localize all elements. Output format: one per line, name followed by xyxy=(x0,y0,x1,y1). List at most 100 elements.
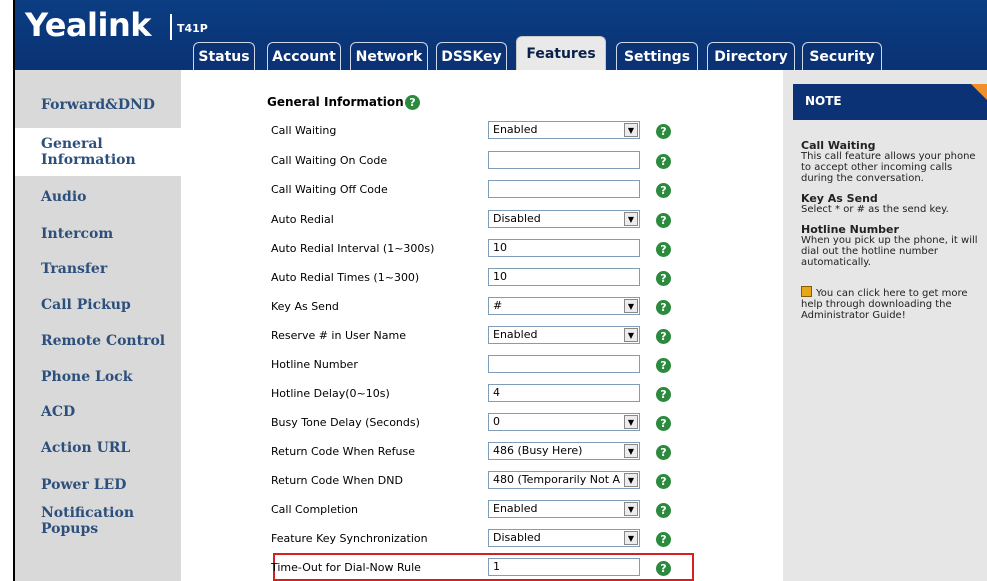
note-title: NOTE xyxy=(805,94,842,108)
chevron-down-icon[interactable]: ▼ xyxy=(624,444,638,458)
key-as-send-value: # xyxy=(493,299,503,312)
call-completion-select[interactable]: Enabled ▼ xyxy=(488,500,640,518)
sidebar-item-remote-control[interactable]: Remote Control xyxy=(15,326,183,356)
chevron-down-icon[interactable]: ▼ xyxy=(624,502,638,516)
sidebar-item-call-pickup[interactable]: Call Pickup xyxy=(15,290,183,320)
busy-tone-delay-label: Busy Tone Delay (Seconds) xyxy=(271,416,420,429)
reserve-hash-label: Reserve # in User Name xyxy=(271,329,406,342)
logo-divider xyxy=(170,14,172,40)
hotline-delay-help-icon[interactable]: ? xyxy=(656,387,671,402)
chevron-down-icon[interactable]: ▼ xyxy=(624,299,638,313)
book-icon xyxy=(801,286,812,297)
tab-status[interactable]: Status xyxy=(193,42,255,70)
call-completion-value: Enabled xyxy=(493,502,538,515)
call-waiting-select[interactable]: Enabled ▼ xyxy=(488,121,640,139)
call-waiting-value: Enabled xyxy=(493,123,538,136)
chevron-down-icon[interactable]: ▼ xyxy=(624,123,638,137)
auto-redial-help-icon[interactable]: ? xyxy=(656,213,671,228)
auto-redial-select[interactable]: Disabled ▼ xyxy=(488,210,640,228)
chevron-down-icon[interactable]: ▼ xyxy=(624,328,638,342)
section-help-icon[interactable]: ? xyxy=(405,95,420,110)
model-label: T41P xyxy=(177,22,208,35)
sidebar-item-action-url[interactable]: Action URL xyxy=(15,433,183,463)
reserve-hash-help-icon[interactable]: ? xyxy=(656,329,671,344)
note-block: Call Waiting This call feature allows yo… xyxy=(801,140,985,184)
chevron-down-icon[interactable]: ▼ xyxy=(624,415,638,429)
tab-dsskey[interactable]: DSSKey xyxy=(436,42,507,70)
chevron-down-icon[interactable]: ▼ xyxy=(624,531,638,545)
sidebar-item-phone-lock[interactable]: Phone Lock xyxy=(15,362,183,392)
call-waiting-off-code-help-icon[interactable]: ? xyxy=(656,183,671,198)
note-panel: NOTE Call Waiting This call feature allo… xyxy=(783,70,987,581)
feature-key-sync-value: Disabled xyxy=(493,531,541,544)
hotline-delay-input[interactable]: 4 xyxy=(488,384,640,402)
tab-directory[interactable]: Directory xyxy=(707,42,795,70)
return-code-dnd-help-icon[interactable]: ? xyxy=(656,474,671,489)
sidebar: Forward&DND General Information Audio In… xyxy=(13,70,183,581)
sidebar-item-transfer[interactable]: Transfer xyxy=(15,254,183,284)
note-text: This call feature allows your phone to a… xyxy=(801,151,976,184)
tab-features[interactable]: Features xyxy=(516,36,606,71)
reserve-hash-select[interactable]: Enabled ▼ xyxy=(488,326,640,344)
tab-security[interactable]: Security xyxy=(802,42,882,70)
reserve-hash-value: Enabled xyxy=(493,328,538,341)
chevron-down-icon[interactable]: ▼ xyxy=(624,212,638,226)
call-waiting-label: Call Waiting xyxy=(271,124,337,137)
key-as-send-label: Key As Send xyxy=(271,300,339,313)
note-body: Call Waiting This call feature allows yo… xyxy=(801,140,985,330)
sidebar-item-acd[interactable]: ACD xyxy=(15,397,183,427)
hotline-number-label: Hotline Number xyxy=(271,358,358,371)
tab-network[interactable]: Network xyxy=(350,42,428,70)
auto-redial-interval-help-icon[interactable]: ? xyxy=(656,242,671,257)
auto-redial-label: Auto Redial xyxy=(271,213,334,226)
sidebar-item-power-led[interactable]: Power LED xyxy=(15,470,183,500)
sidebar-item-intercom[interactable]: Intercom xyxy=(15,219,183,249)
chevron-down-icon[interactable]: ▼ xyxy=(624,473,638,487)
admin-guide-text: You can click here to get more help thro… xyxy=(801,288,968,321)
note-text: Select * or # as the send key. xyxy=(801,204,949,215)
yealink-logo: Yealink xyxy=(25,6,152,44)
time-out-dial-now-input[interactable]: 1 xyxy=(488,558,640,576)
call-waiting-on-code-label: Call Waiting On Code xyxy=(271,154,388,167)
call-waiting-help-icon[interactable]: ? xyxy=(656,124,671,139)
sidebar-item-audio[interactable]: Audio xyxy=(15,182,183,212)
hotline-number-input[interactable] xyxy=(488,355,640,373)
time-out-dial-now-help-icon[interactable]: ? xyxy=(656,561,671,576)
sidebar-item-general-information[interactable]: General Information xyxy=(15,128,183,176)
feature-key-sync-help-icon[interactable]: ? xyxy=(656,532,671,547)
call-waiting-off-code-input[interactable] xyxy=(488,180,640,198)
return-code-dnd-select[interactable]: 480 (Temporarily Not A ▼ xyxy=(488,471,640,489)
auto-redial-value: Disabled xyxy=(493,212,541,225)
auto-redial-times-label: Auto Redial Times (1~300) xyxy=(271,271,420,284)
header-bar: Yealink T41P Status Account Network DSSK… xyxy=(13,0,987,71)
tab-account[interactable]: Account xyxy=(267,42,341,70)
note-header: NOTE xyxy=(793,84,987,120)
call-waiting-on-code-input[interactable] xyxy=(488,151,640,169)
auto-redial-interval-label: Auto Redial Interval (1~300s) xyxy=(271,242,435,255)
note-corner xyxy=(971,84,987,100)
call-waiting-on-code-help-icon[interactable]: ? xyxy=(656,154,671,169)
sidebar-item-forward-dnd[interactable]: Forward&DND xyxy=(15,90,183,120)
tab-settings[interactable]: Settings xyxy=(616,42,698,70)
key-as-send-select[interactable]: # ▼ xyxy=(488,297,640,315)
note-block: Key As Send Select * or # as the send ke… xyxy=(801,193,985,215)
return-code-dnd-label: Return Code When DND xyxy=(271,474,403,487)
note-text: When you pick up the phone, it will dial… xyxy=(801,235,978,268)
note-heading: Hotline Number xyxy=(801,223,899,236)
sidebar-item-notification-popups[interactable]: Notification Popups xyxy=(15,505,183,537)
auto-redial-times-help-icon[interactable]: ? xyxy=(656,271,671,286)
return-code-refuse-value: 486 (Busy Here) xyxy=(493,444,583,457)
key-as-send-help-icon[interactable]: ? xyxy=(656,300,671,315)
busy-tone-delay-help-icon[interactable]: ? xyxy=(656,416,671,431)
auto-redial-interval-input[interactable]: 10 xyxy=(488,239,640,257)
hotline-number-help-icon[interactable]: ? xyxy=(656,358,671,373)
admin-guide-link[interactable]: You can click here to get more help thro… xyxy=(801,286,985,321)
return-code-refuse-help-icon[interactable]: ? xyxy=(656,445,671,460)
call-completion-label: Call Completion xyxy=(271,503,359,516)
section-title: General Information xyxy=(267,95,404,109)
return-code-refuse-select[interactable]: 486 (Busy Here) ▼ xyxy=(488,442,640,460)
feature-key-sync-select[interactable]: Disabled ▼ xyxy=(488,529,640,547)
call-completion-help-icon[interactable]: ? xyxy=(656,503,671,518)
auto-redial-times-input[interactable]: 10 xyxy=(488,268,640,286)
busy-tone-delay-select[interactable]: 0 ▼ xyxy=(488,413,640,431)
